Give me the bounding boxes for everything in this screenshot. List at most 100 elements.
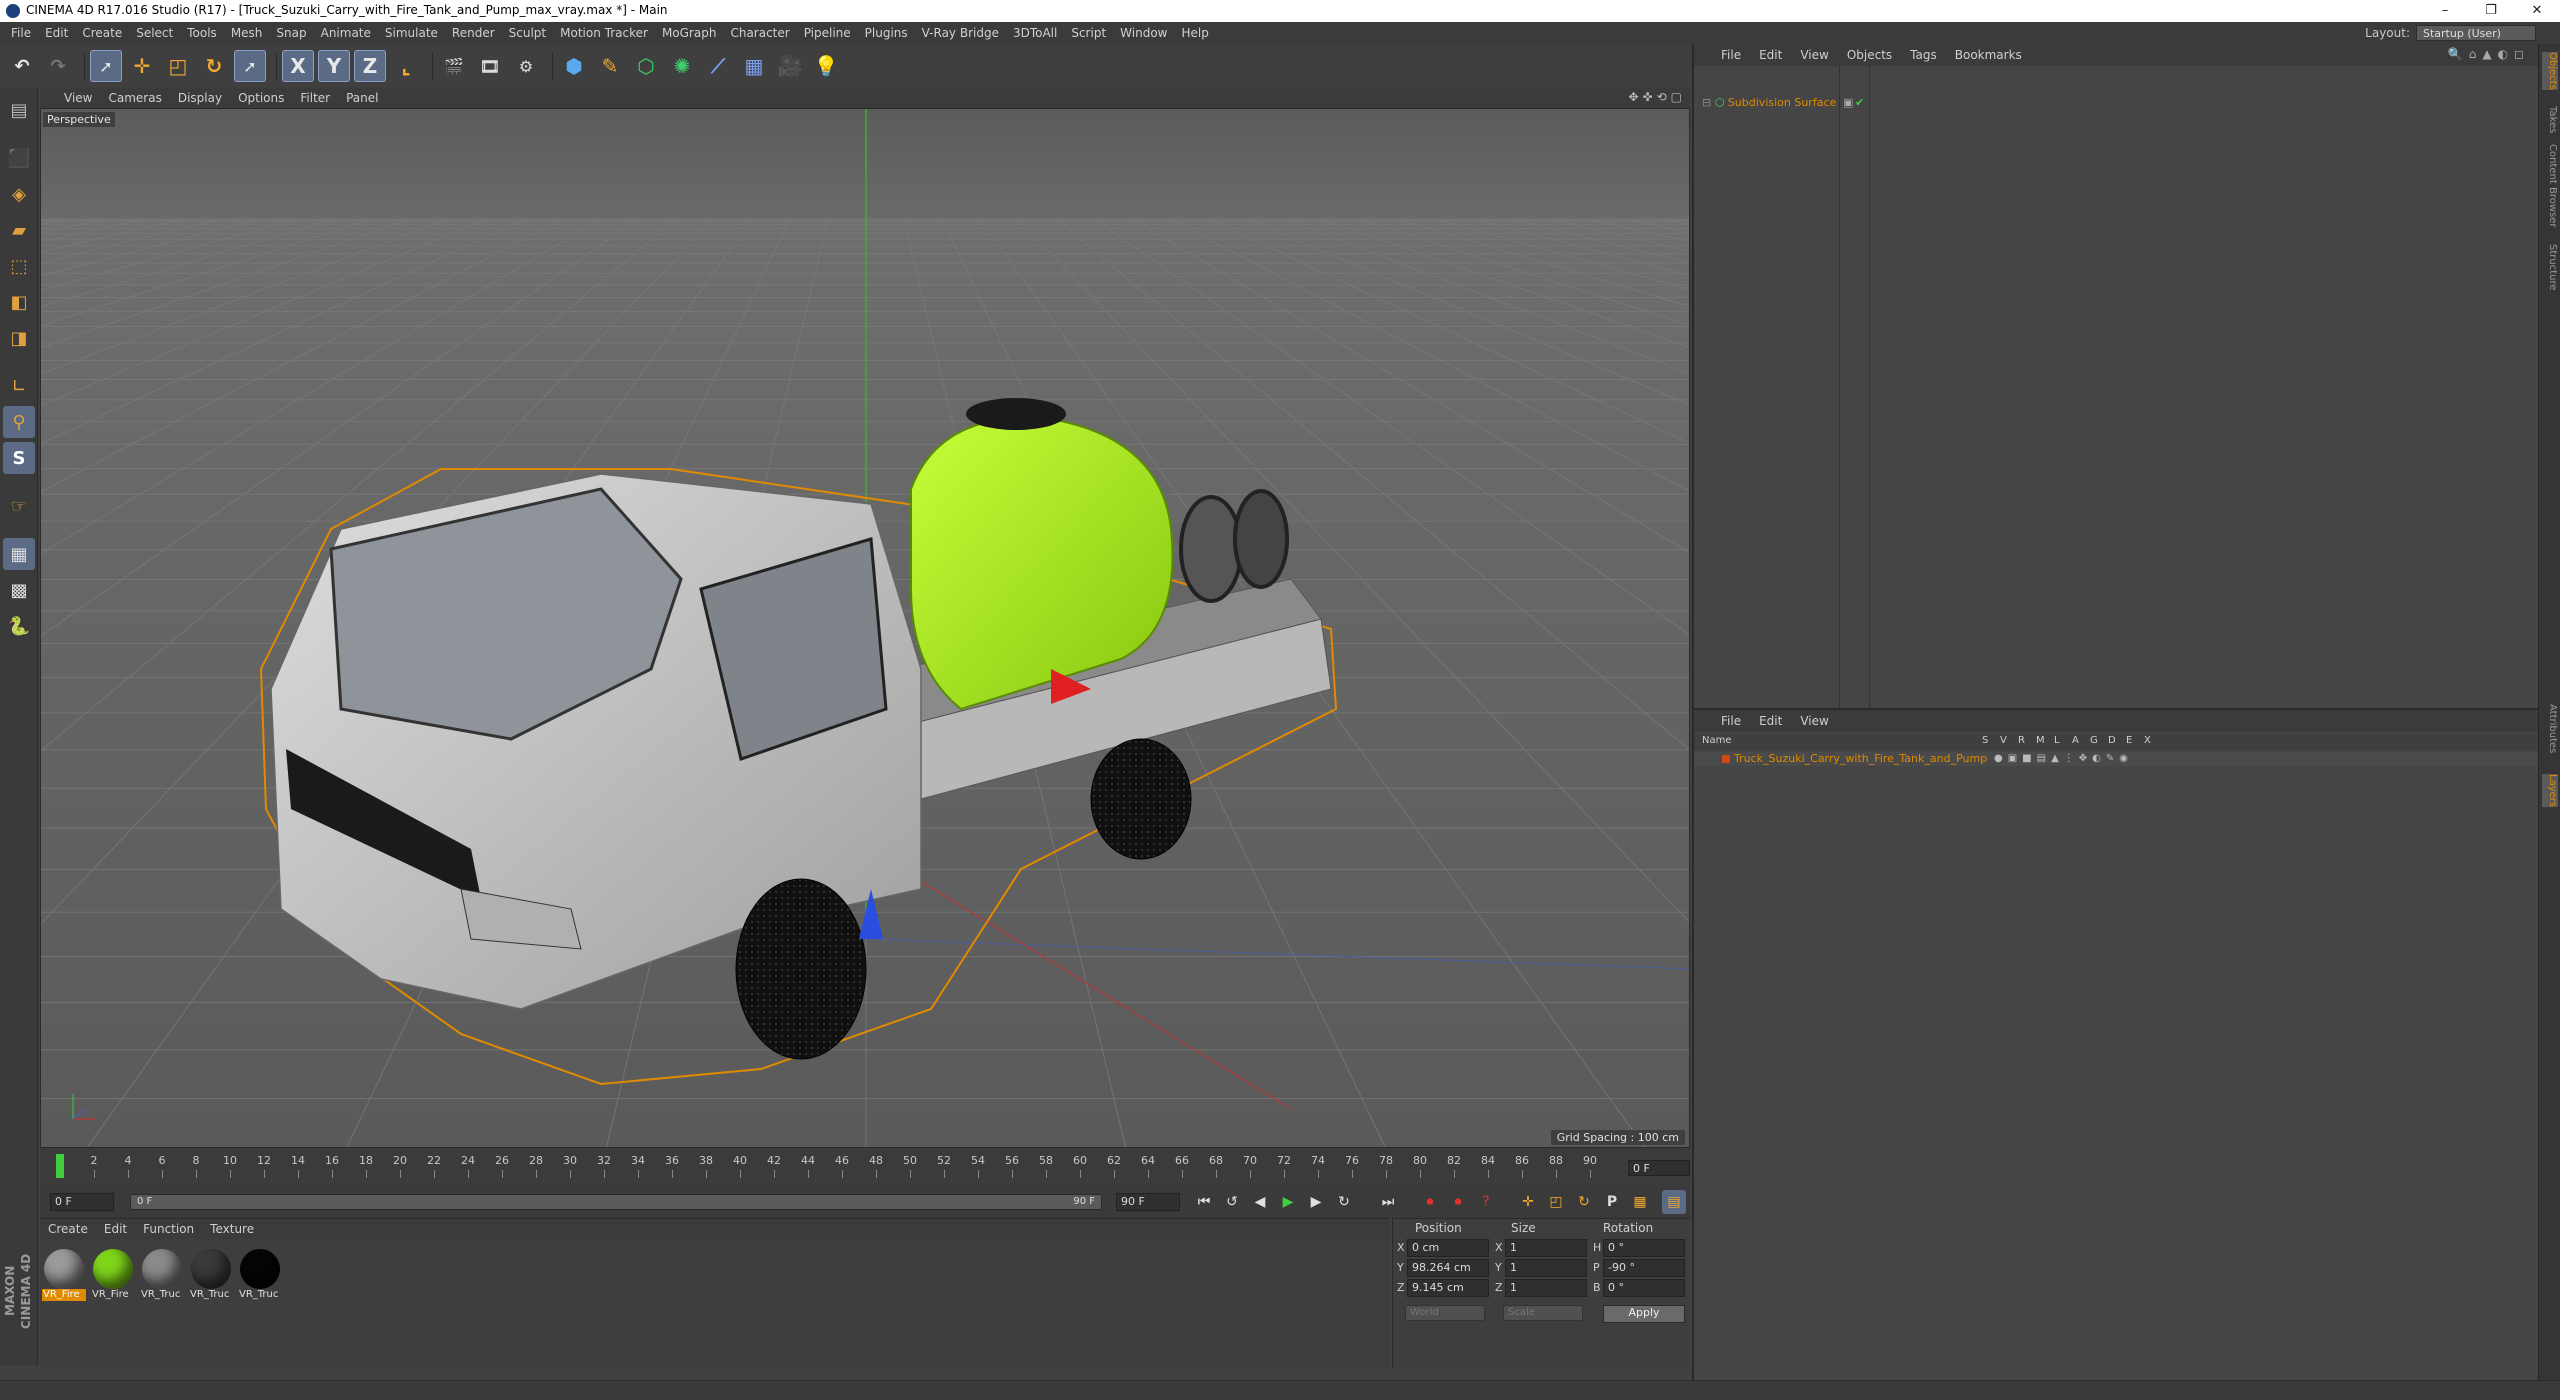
position-x-field[interactable]: 0 cm bbox=[1407, 1239, 1489, 1257]
workplane-mode-icon[interactable]: ▰ bbox=[3, 214, 35, 246]
make-editable-icon[interactable]: ▤ bbox=[3, 94, 35, 126]
viewport-camera-label[interactable]: Perspective bbox=[43, 112, 115, 127]
viewport-menu-display[interactable]: Display bbox=[170, 88, 230, 108]
menu-item-select[interactable]: Select bbox=[129, 22, 180, 44]
menu-item-simulate[interactable]: Simulate bbox=[378, 22, 445, 44]
menu-item-3dtoall[interactable]: 3DToAll bbox=[1006, 22, 1064, 44]
material-swatch[interactable]: VR_Fire bbox=[91, 1247, 135, 1305]
layout-select[interactable]: Startup (User) bbox=[2416, 25, 2536, 41]
keyframe-selection-icon[interactable]: ? bbox=[1474, 1190, 1498, 1214]
menu-item-sculpt[interactable]: Sculpt bbox=[502, 22, 553, 44]
material-preview-ball[interactable] bbox=[93, 1249, 133, 1289]
menu-item-script[interactable]: Script bbox=[1064, 22, 1113, 44]
side-tab-layers[interactable]: Layers bbox=[2542, 774, 2558, 808]
material-preview-ball[interactable] bbox=[191, 1249, 231, 1289]
restore-button[interactable]: ❐ bbox=[2468, 0, 2514, 22]
menu-item-edit[interactable]: Edit bbox=[38, 22, 75, 44]
x-axis-lock-button[interactable]: X bbox=[282, 50, 314, 82]
size-mode-select[interactable]: Scale bbox=[1503, 1305, 1583, 1321]
tweak-mode-icon[interactable]: ⚲ bbox=[3, 406, 35, 438]
key-parameter-icon[interactable]: P bbox=[1600, 1190, 1624, 1214]
preview-range-slider[interactable]: 0 F 90 F bbox=[130, 1194, 1102, 1210]
apply-button[interactable]: Apply bbox=[1603, 1305, 1685, 1323]
menu-item-help[interactable]: Help bbox=[1174, 22, 1215, 44]
menu-item-animate[interactable]: Animate bbox=[314, 22, 378, 44]
go-to-start-icon[interactable]: ⏮ bbox=[1192, 1190, 1216, 1214]
timeline-icon[interactable]: ▤ bbox=[1662, 1190, 1686, 1214]
next-key-icon[interactable]: ↻ bbox=[1332, 1190, 1356, 1214]
planar-workplane-icon[interactable]: ▩ bbox=[3, 574, 35, 606]
side-tab-content-browser[interactable]: Content Browser bbox=[2542, 144, 2558, 227]
menu-item-character[interactable]: Character bbox=[723, 22, 796, 44]
material-label[interactable]: VR_Truc bbox=[189, 1289, 233, 1301]
size-x-field[interactable]: 1 bbox=[1505, 1239, 1587, 1257]
menu-item-pipeline[interactable]: Pipeline bbox=[797, 22, 858, 44]
scale-icon[interactable]: ◰ bbox=[162, 50, 194, 82]
object-menu-tags[interactable]: Tags bbox=[1901, 44, 1946, 66]
layer-menu-file[interactable]: File bbox=[1712, 710, 1750, 732]
render-picture-viewer-icon[interactable]: 🎞 bbox=[474, 50, 506, 82]
material-preview-ball[interactable] bbox=[240, 1249, 280, 1289]
menu-item-tools[interactable]: Tools bbox=[180, 22, 224, 44]
polygons-mode-icon[interactable]: ◨ bbox=[3, 322, 35, 354]
edges-mode-icon[interactable]: ◧ bbox=[3, 286, 35, 318]
material-preview-ball[interactable] bbox=[44, 1249, 84, 1289]
rotation-b-field[interactable]: 0 ° bbox=[1603, 1279, 1685, 1297]
side-tab-takes[interactable]: Takes bbox=[2542, 106, 2558, 133]
axis-mode-icon[interactable]: ∟ bbox=[3, 370, 35, 402]
recent-tool-icon[interactable]: ➚ bbox=[234, 50, 266, 82]
spline-pen-icon[interactable]: ✎ bbox=[594, 50, 626, 82]
light-icon[interactable]: 💡 bbox=[810, 50, 842, 82]
cloner-icon[interactable]: ✺ bbox=[666, 50, 698, 82]
points-mode-icon[interactable]: ⬚ bbox=[3, 250, 35, 282]
subdivision-surface-icon[interactable]: ⬡ bbox=[630, 50, 662, 82]
menu-item-motion-tracker[interactable]: Motion Tracker bbox=[553, 22, 655, 44]
locked-workplane-icon[interactable]: ▦ bbox=[3, 538, 35, 570]
size-y-field[interactable]: 1 bbox=[1505, 1259, 1587, 1277]
camera-icon[interactable]: 🎥 bbox=[774, 50, 806, 82]
material-swatch[interactable]: VR_Truc bbox=[140, 1247, 184, 1305]
deformer-icon[interactable]: ⟋ bbox=[702, 50, 734, 82]
material-label[interactable]: VR_Truc bbox=[140, 1289, 184, 1301]
playhead[interactable] bbox=[56, 1154, 64, 1178]
material-label[interactable]: VR_Truc bbox=[238, 1289, 282, 1301]
rotate-icon[interactable]: ↻ bbox=[198, 50, 230, 82]
undo-icon[interactable]: ↶ bbox=[6, 50, 38, 82]
floor-icon[interactable]: ▦ bbox=[738, 50, 770, 82]
expand-icon[interactable]: ⊟ bbox=[1702, 96, 1711, 109]
viewport-scene[interactable] bbox=[41, 109, 1690, 1148]
viewport-menu-panel[interactable]: Panel bbox=[338, 88, 386, 108]
play-icon[interactable]: ▶ bbox=[1276, 1190, 1300, 1214]
object-menu-view[interactable]: View bbox=[1791, 44, 1837, 66]
layer-name[interactable]: Truck_Suzuki_Carry_with_Fire_Tank_and_Pu… bbox=[1734, 752, 1987, 766]
key-scale-icon[interactable]: ◰ bbox=[1544, 1190, 1568, 1214]
size-z-field[interactable]: 1 bbox=[1505, 1279, 1587, 1297]
menu-item-render[interactable]: Render bbox=[445, 22, 502, 44]
current-frame-field[interactable]: 0 F bbox=[1628, 1160, 1690, 1176]
material-menu-edit[interactable]: Edit bbox=[96, 1219, 135, 1239]
rotation-h-field[interactable]: 0 ° bbox=[1603, 1239, 1685, 1257]
position-y-field[interactable]: 98.264 cm bbox=[1407, 1259, 1489, 1277]
side-tab-objects[interactable]: Objects bbox=[2542, 52, 2558, 90]
python-icon[interactable]: 🐍 bbox=[3, 610, 35, 642]
viewport-menu-cameras[interactable]: Cameras bbox=[100, 88, 169, 108]
key-position-icon[interactable]: ✛ bbox=[1516, 1190, 1540, 1214]
material-swatch[interactable]: VR_Fire bbox=[42, 1247, 86, 1305]
model-mode-icon[interactable]: ⬛ bbox=[3, 142, 35, 174]
render-settings-icon[interactable]: ⚙ bbox=[510, 50, 542, 82]
material-preview-ball[interactable] bbox=[142, 1249, 182, 1289]
viewport-menu-filter[interactable]: Filter bbox=[292, 88, 338, 108]
menu-item-v-ray-bridge[interactable]: V-Ray Bridge bbox=[915, 22, 1006, 44]
rotation-p-field[interactable]: -90 ° bbox=[1603, 1259, 1685, 1277]
material-swatch[interactable]: VR_Truc bbox=[189, 1247, 233, 1305]
previous-frame-icon[interactable]: ◀ bbox=[1248, 1190, 1272, 1214]
material-menu-create[interactable]: Create bbox=[40, 1219, 96, 1239]
material-label[interactable]: VR_Fire bbox=[42, 1289, 86, 1301]
minimize-button[interactable]: – bbox=[2422, 0, 2468, 22]
menu-item-file[interactable]: File bbox=[4, 22, 38, 44]
move-icon[interactable]: ✛ bbox=[126, 50, 158, 82]
menu-item-mesh[interactable]: Mesh bbox=[224, 22, 270, 44]
enabled-check-icon[interactable]: ✔ bbox=[1855, 96, 1864, 109]
key-pla-icon[interactable]: ▦ bbox=[1628, 1190, 1652, 1214]
layer-menu-view[interactable]: View bbox=[1791, 710, 1837, 732]
